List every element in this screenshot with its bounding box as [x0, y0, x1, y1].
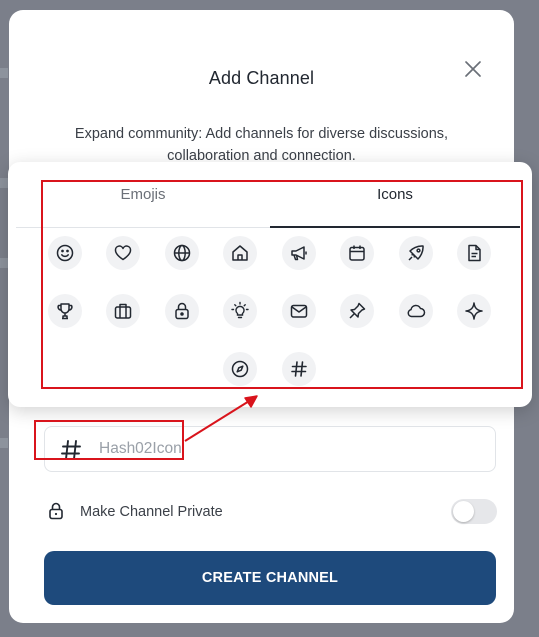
document-icon — [468, 244, 481, 262]
icon-option-mail[interactable] — [282, 294, 316, 328]
icon-option-megaphone[interactable] — [282, 236, 316, 270]
mail-icon — [290, 304, 308, 318]
compass-icon — [231, 360, 249, 378]
heart-icon — [114, 245, 132, 261]
icon-option-trophy[interactable] — [48, 294, 82, 328]
icon-option-calendar[interactable] — [340, 236, 374, 270]
sparkle-icon — [465, 302, 483, 320]
close-button[interactable] — [460, 56, 486, 82]
lock-icon — [175, 302, 189, 320]
trophy-icon — [57, 303, 73, 320]
globe-icon — [173, 244, 191, 262]
bulb-icon — [231, 301, 249, 319]
icon-option-home[interactable] — [223, 236, 257, 270]
icon-option-rocket[interactable] — [399, 236, 433, 270]
tab-emojis[interactable]: Emojis — [16, 162, 270, 228]
picker-tabs: Emojis Icons — [16, 162, 520, 228]
private-label: Make Channel Private — [80, 504, 223, 520]
icon-option-bulb[interactable] — [223, 294, 257, 328]
icon-option-sparkle[interactable] — [457, 294, 491, 328]
icon-option-lock[interactable] — [165, 294, 199, 328]
tab-icons[interactable]: Icons — [270, 162, 520, 228]
calendar-icon — [349, 245, 365, 261]
pin-icon — [349, 302, 366, 319]
icon-picker-popover: Emojis Icons — [8, 162, 532, 407]
backdrop-text — [0, 258, 8, 268]
icon-option-briefcase[interactable] — [106, 294, 140, 328]
toggle-knob — [453, 501, 474, 522]
backdrop-text — [0, 68, 8, 78]
icon-option-heart[interactable] — [106, 236, 140, 270]
private-toggle[interactable] — [451, 499, 497, 524]
cloud-icon — [407, 304, 426, 318]
icon-option-document[interactable] — [457, 236, 491, 270]
backdrop-text — [0, 178, 8, 188]
modal-title: Add Channel — [208, 68, 315, 88]
backdrop-text — [0, 438, 8, 448]
home-icon — [232, 245, 248, 261]
close-icon[interactable] — [463, 59, 483, 79]
hash-icon — [61, 440, 81, 460]
icon-option-pin[interactable] — [340, 294, 374, 328]
briefcase-icon — [114, 303, 132, 319]
rocket-icon — [408, 245, 424, 261]
icon-option-cloud[interactable] — [399, 294, 433, 328]
modal-description: Expand community: Add channels for diver… — [74, 126, 449, 164]
channel-name-input[interactable] — [99, 427, 479, 471]
icon-option-globe[interactable] — [165, 236, 199, 270]
channel-name-field[interactable] — [44, 426, 496, 472]
icon-option-compass[interactable] — [223, 352, 257, 386]
smile-icon — [56, 244, 74, 262]
megaphone-icon — [291, 246, 307, 261]
icon-option-hash[interactable] — [282, 352, 316, 386]
private-row: Make Channel Private — [45, 499, 497, 525]
create-channel-button[interactable]: CREATE CHANNEL — [44, 551, 496, 605]
hash-icon — [291, 361, 307, 377]
icon-option-smile[interactable] — [48, 236, 82, 270]
lock-icon — [49, 502, 63, 520]
